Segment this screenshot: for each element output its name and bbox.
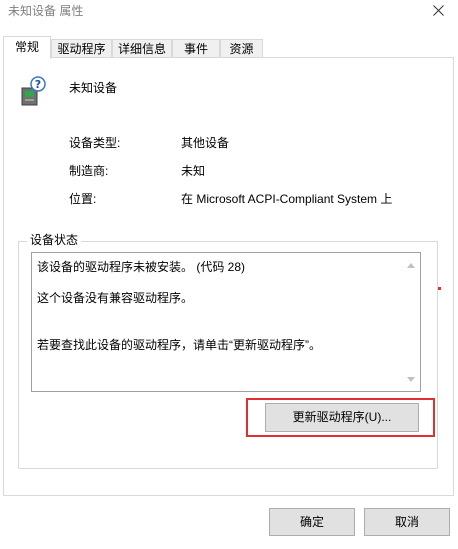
ok-button[interactable]: 确定: [269, 508, 355, 536]
manufacturer-label: 制造商:: [69, 164, 109, 178]
status-line: 若要查找此设备的驱动程序，请单击“更新驱动程序”。: [37, 338, 321, 352]
device-type-value: 其他设备: [181, 136, 230, 150]
location-value: 在 Microsoft ACPI-Compliant System 上: [181, 192, 393, 206]
status-line: 该设备的驱动程序未被安装。 (代码 28): [37, 260, 246, 274]
tab-driver[interactable]: 驱动程序: [51, 39, 112, 59]
close-icon: [433, 5, 444, 16]
cancel-button[interactable]: 取消: [364, 508, 450, 536]
location-label: 位置:: [69, 192, 97, 206]
svg-text:?: ?: [35, 78, 41, 91]
title-bar: 未知设备 属性: [0, 0, 458, 30]
device-status-textbox[interactable]: 该设备的驱动程序未被安装。 (代码 28) 这个设备没有兼容驱动程序。 若要查找…: [31, 252, 421, 392]
unknown-device-icon: ?: [21, 76, 46, 106]
scroll-up-arrow-icon[interactable]: [407, 262, 415, 268]
device-name: 未知设备: [69, 81, 118, 95]
tab-general[interactable]: 常规: [3, 36, 51, 59]
close-button[interactable]: [418, 0, 458, 24]
window-title: 未知设备 属性: [8, 4, 84, 18]
tab-events[interactable]: 事件: [172, 39, 220, 59]
device-status-legend: 设备状态: [27, 233, 82, 247]
scroll-down-arrow-icon[interactable]: [407, 377, 415, 383]
highlight-mark: [438, 287, 441, 290]
manufacturer-value: 未知: [181, 164, 206, 178]
tab-details[interactable]: 详细信息: [112, 39, 172, 59]
device-type-label: 设备类型:: [69, 136, 121, 150]
status-line: 这个设备没有兼容驱动程序。: [37, 291, 194, 305]
tab-resources[interactable]: 资源: [220, 39, 263, 59]
highlight-frame: [246, 398, 435, 437]
